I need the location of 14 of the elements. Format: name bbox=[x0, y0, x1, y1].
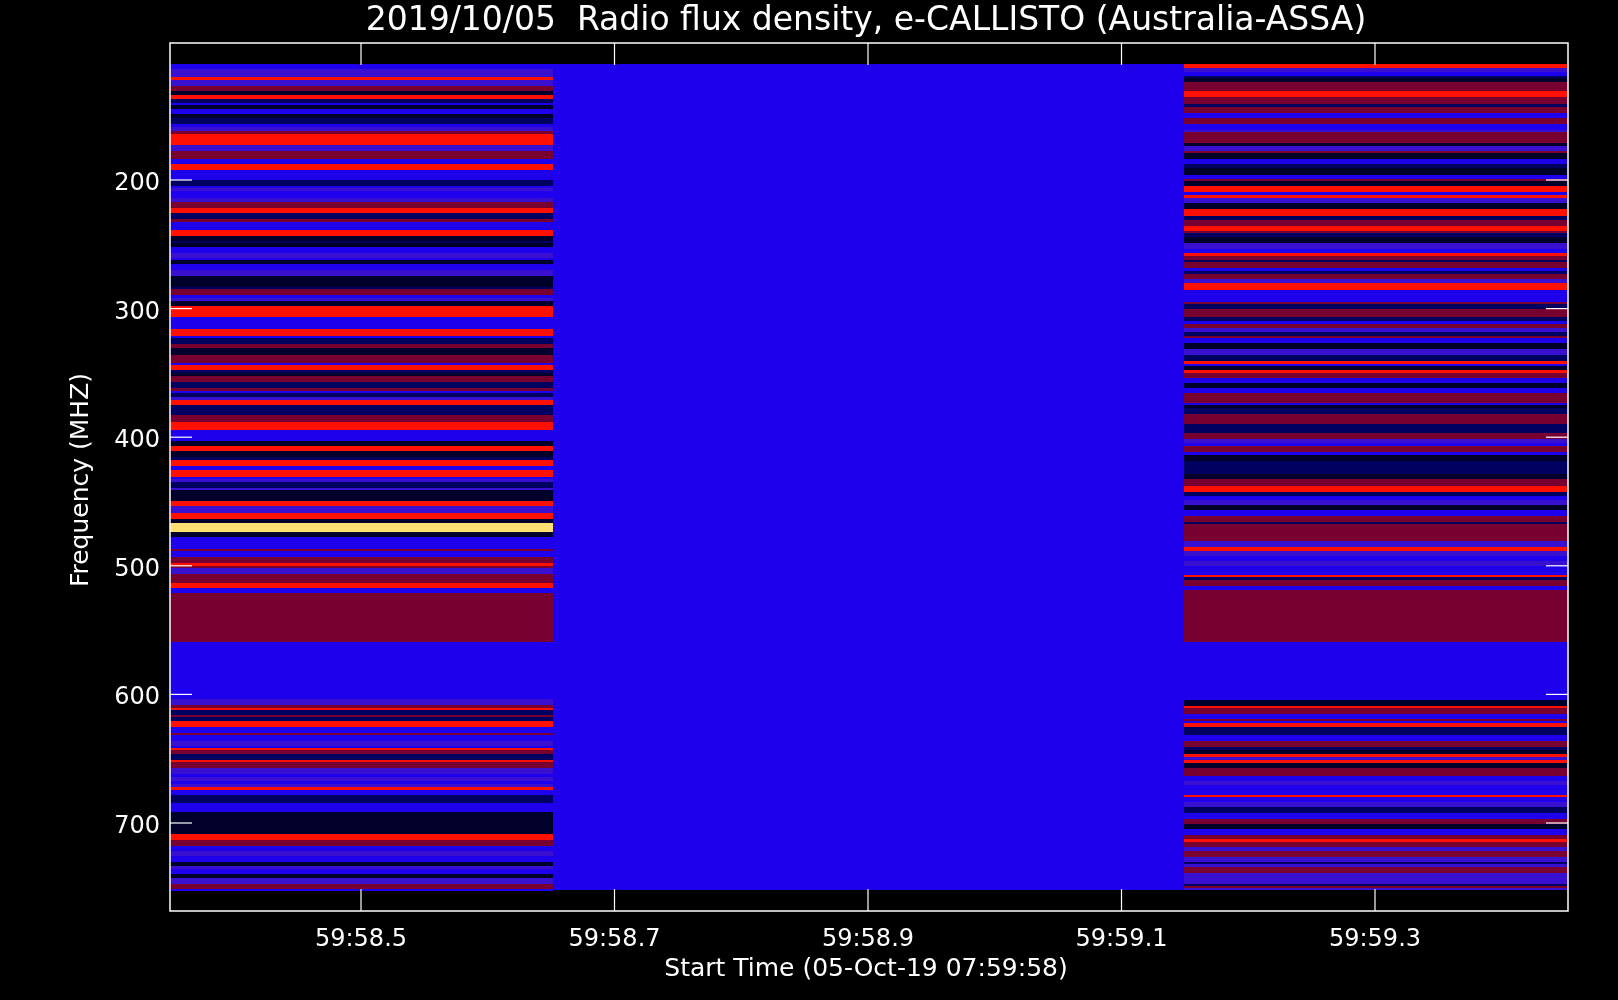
y-tick-label: 300 bbox=[114, 296, 160, 325]
x-tick-label: 59:59.3 bbox=[1328, 924, 1422, 952]
chart-title: 2019/10/05 Radio flux density, e-CALLISTO (Australia-ASSA) bbox=[365, 0, 1367, 38]
x-tick-label: 59:58.7 bbox=[568, 924, 661, 952]
y-axis-label: Frequency (MHZ) bbox=[65, 372, 94, 588]
x-tick-label: 59:59.1 bbox=[1075, 924, 1168, 952]
x-tick-label: 59:58.5 bbox=[314, 924, 408, 952]
x-axis-label: Start Time (05-Oct-19 07:59:58) bbox=[664, 953, 1068, 982]
y-tick-label: 600 bbox=[114, 682, 160, 711]
y-tick-label: 200 bbox=[114, 168, 160, 196]
y-tick-label: 400 bbox=[114, 425, 160, 454]
y-tick-label: 700 bbox=[114, 811, 160, 839]
x-tick-label: 59:58.9 bbox=[821, 924, 915, 952]
y-tick-label: 500 bbox=[114, 553, 160, 582]
